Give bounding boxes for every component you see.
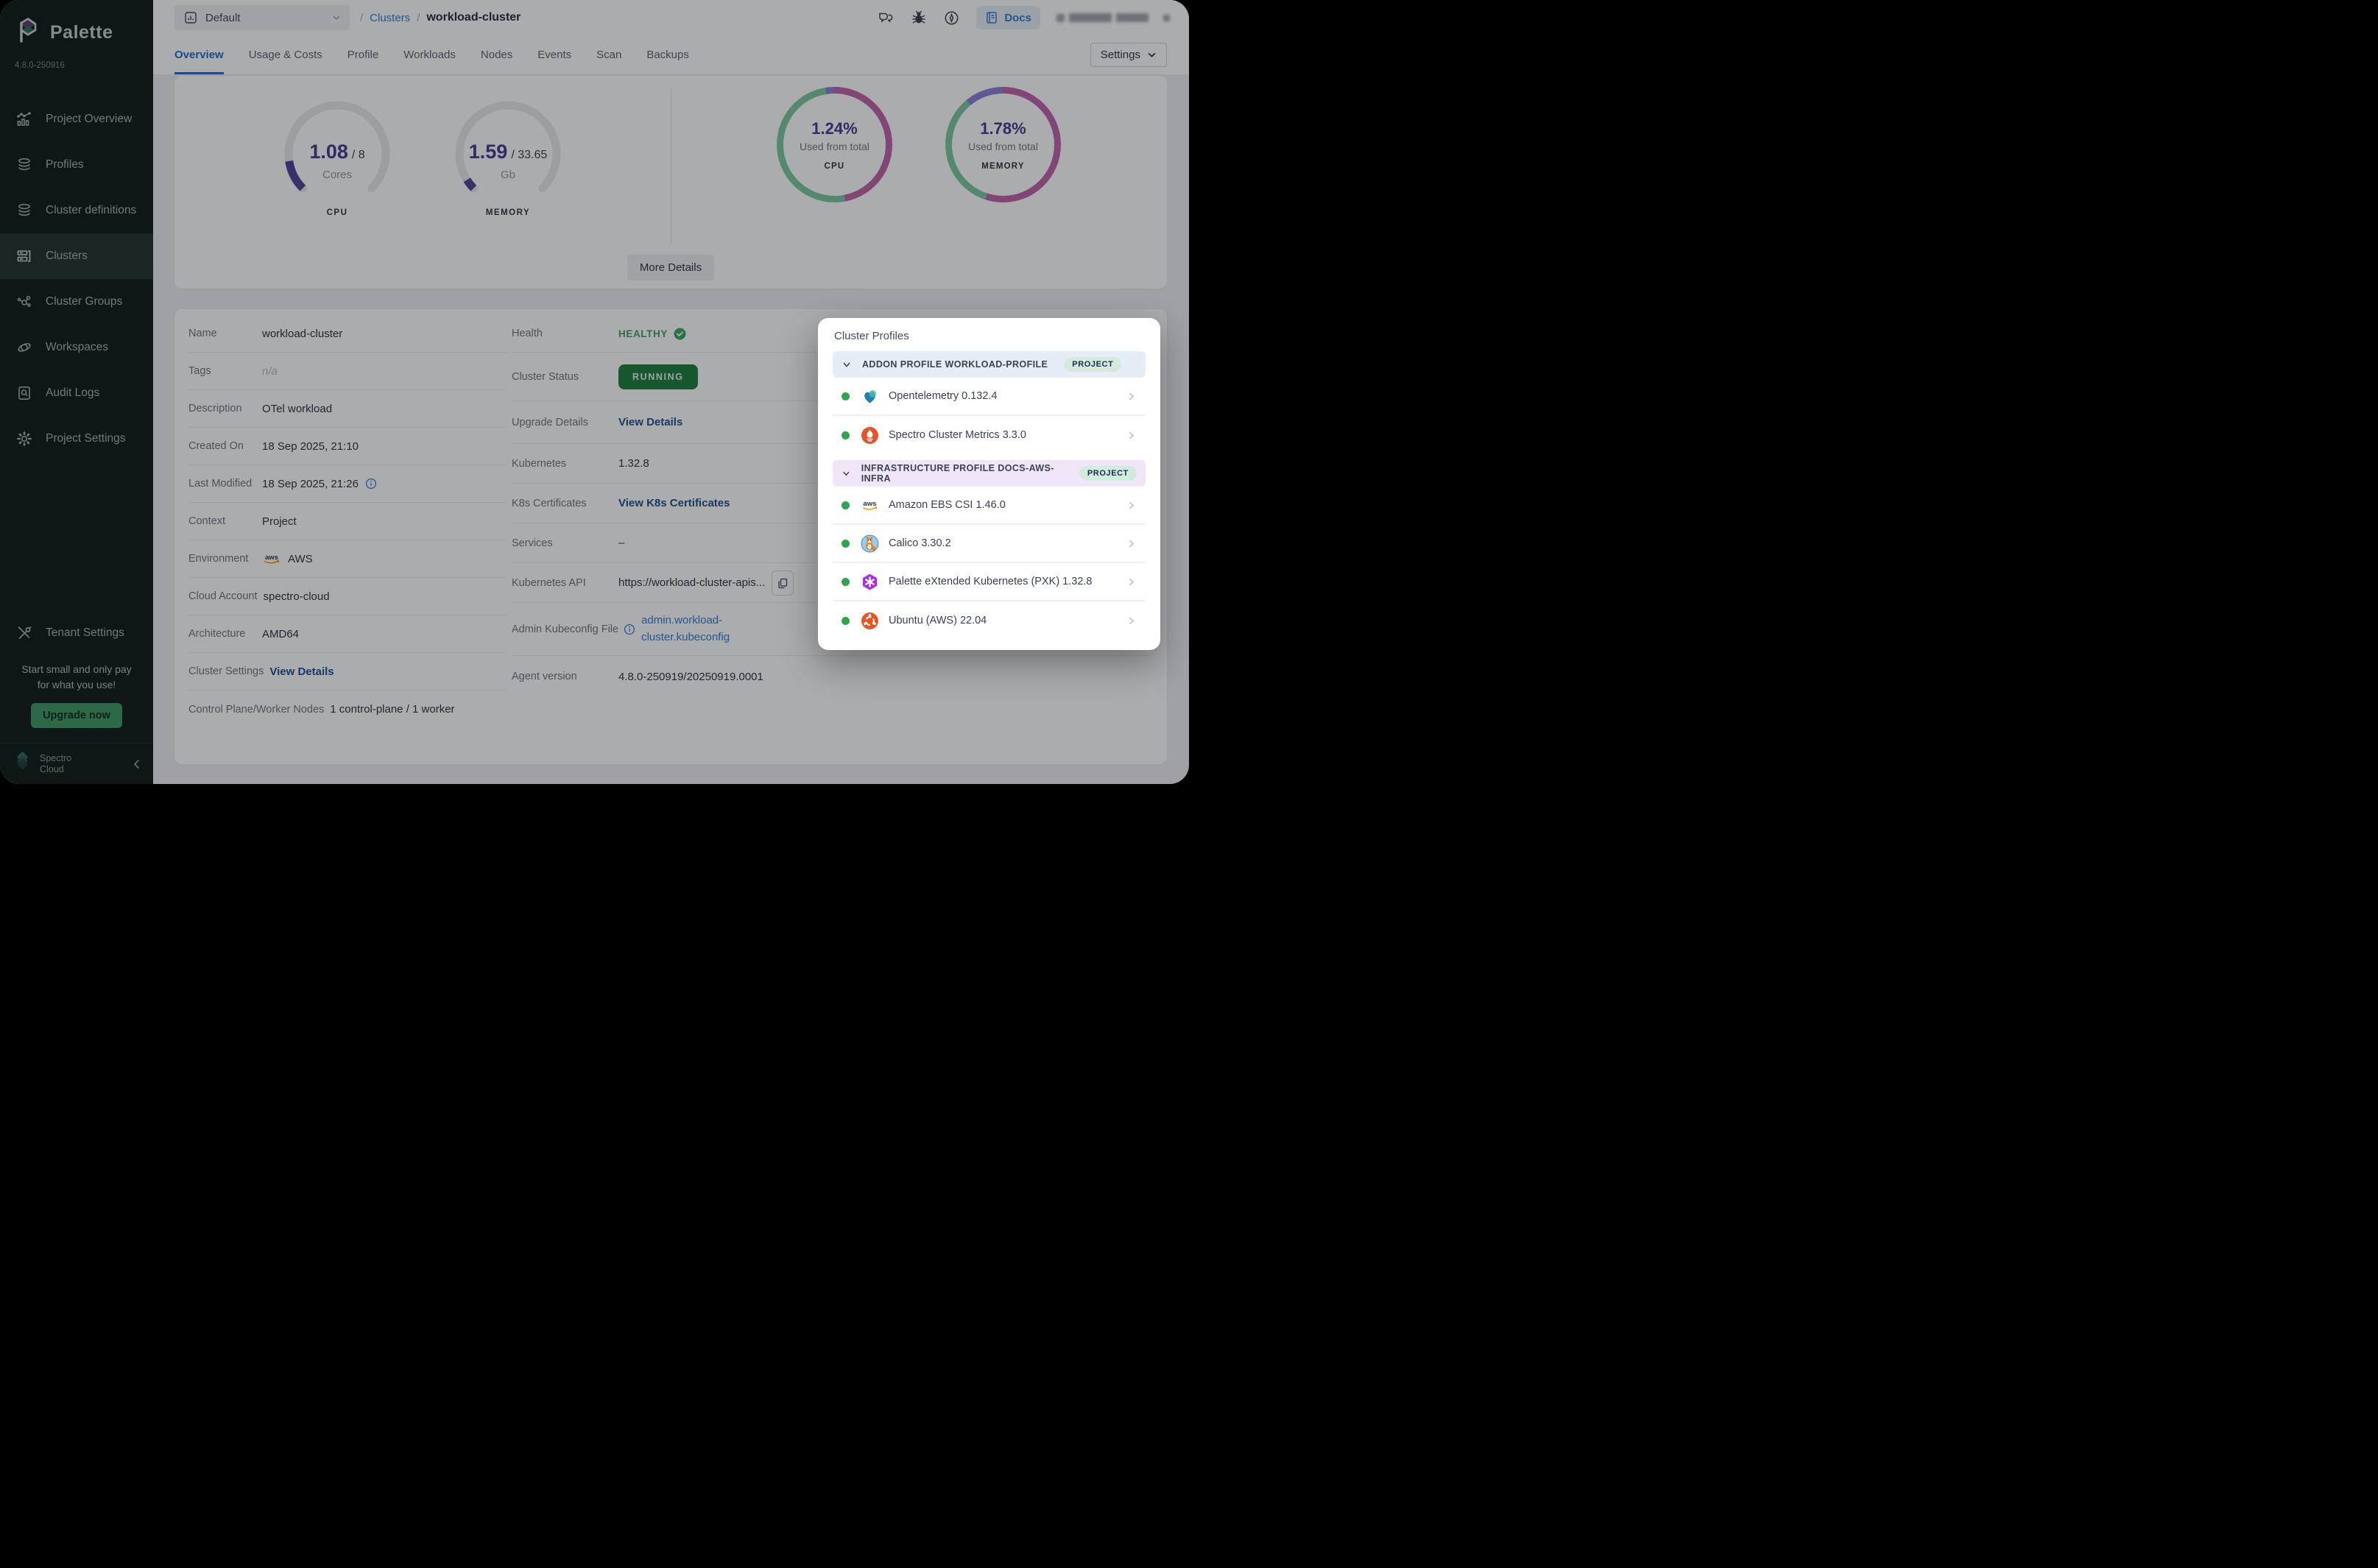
project-badge: PROJECT [1064,357,1121,372]
svg-text:aws: aws [863,500,876,508]
profile-item-opentelemetry[interactable]: Opentelemetry 0.132.4 [833,378,1146,416]
aws-icon: aws [861,496,879,515]
cluster-profiles-panel: Cluster Profiles ADDON PROFILE WORKLOAD-… [818,318,1160,650]
ubuntu-icon [861,612,879,630]
status-dot [842,392,850,400]
chevron-right-icon [1126,430,1137,441]
status-dot [842,501,850,509]
status-dot [842,540,850,548]
app-window: Palette 4.8.0-250916 Project Overview Pr… [0,0,1189,784]
profile-item-spectro-cluster-metrics[interactable]: Spectro Cluster Metrics 3.3.0 [833,416,1146,454]
profile-item-pxk[interactable]: Palette eXtended Kubernetes (PXK) 1.32.8 [833,563,1146,601]
opentelemetry-icon [861,387,879,406]
chevron-right-icon [1126,391,1137,402]
chevron-right-icon [1126,538,1137,549]
project-badge: PROJECT [1079,466,1137,481]
chevron-down-icon [842,468,851,478]
addon-profile-section-header[interactable]: ADDON PROFILE WORKLOAD-PROFILE PROJECT [833,351,1146,378]
prometheus-icon [861,426,879,445]
chevron-right-icon [1126,576,1137,587]
profile-item-calico[interactable]: Calico 3.30.2 [833,525,1146,563]
pxk-icon [861,573,879,591]
profile-item-ubuntu[interactable]: Ubuntu (AWS) 22.04 [833,601,1146,640]
status-dot [842,431,850,439]
chevron-right-icon [1126,615,1137,626]
calico-icon [861,534,879,553]
chevron-right-icon [1126,500,1137,511]
infrastructure-profile-section-header[interactable]: INFRASTRUCTURE PROFILE DOCS-AWS-INFRA PR… [833,460,1146,487]
profile-item-amazon-ebs-csi[interactable]: aws Amazon EBS CSI 1.46.0 [833,487,1146,525]
chevron-down-icon [842,359,852,370]
cluster-profiles-title: Cluster Profiles [834,330,1146,342]
status-dot [842,578,850,586]
status-dot [842,617,850,625]
